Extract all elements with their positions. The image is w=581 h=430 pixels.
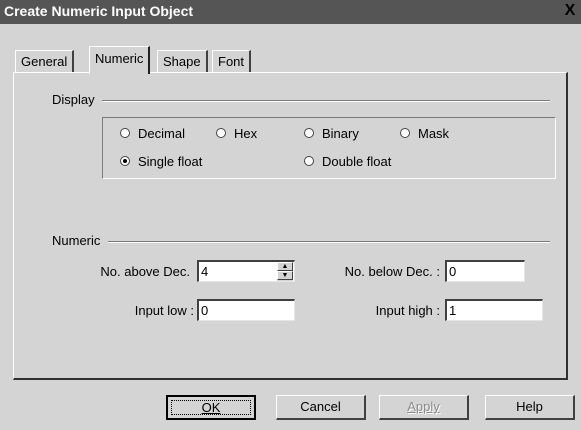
radio-hex-label: Hex xyxy=(234,125,258,141)
window-title: Create Numeric Input Object xyxy=(4,3,194,19)
input-high-value: 1 xyxy=(449,303,457,318)
radio-hex-indicator xyxy=(216,128,226,138)
tab-general-label: General xyxy=(21,54,68,69)
tab-general[interactable]: General xyxy=(15,50,75,73)
radio-mask-indicator xyxy=(400,128,410,138)
spin-down-icon[interactable]: ▼ xyxy=(277,271,293,280)
input-high-field[interactable]: 1 xyxy=(445,299,543,321)
input-low-label: Input low : xyxy=(134,303,194,318)
radio-single-float-indicator xyxy=(120,156,130,166)
tab-numeric-label: Numeric xyxy=(95,51,144,66)
radio-decimal-label: Decimal xyxy=(138,125,185,141)
radio-hex[interactable]: Hex xyxy=(216,124,257,142)
tab-shape-label: Shape xyxy=(163,54,201,69)
tab-font[interactable]: Font xyxy=(212,50,252,73)
spin-up-icon[interactable]: ▲ xyxy=(277,262,293,271)
radio-decimal-indicator xyxy=(120,128,130,138)
numeric-group-divider xyxy=(108,241,550,243)
ok-button[interactable]: OK xyxy=(166,395,256,420)
cancel-button[interactable]: Cancel xyxy=(276,395,366,420)
tab-shape[interactable]: Shape xyxy=(157,50,208,73)
apply-button-label: Apply xyxy=(407,399,440,414)
cancel-button-label: Cancel xyxy=(300,399,341,414)
tab-panel: Display Decimal Hex Binary Mask Single f… xyxy=(13,72,568,380)
below-dec-value: 0 xyxy=(449,264,457,279)
radio-decimal[interactable]: Decimal xyxy=(120,124,185,142)
display-group-divider xyxy=(102,100,550,102)
help-button-label: Help xyxy=(516,399,543,414)
above-dec-value: 4 xyxy=(201,264,209,279)
ok-focus-rect xyxy=(171,400,251,415)
radio-binary[interactable]: Binary xyxy=(304,124,359,142)
radio-binary-label: Binary xyxy=(322,125,359,141)
tab-font-label: Font xyxy=(218,54,245,69)
radio-double-float[interactable]: Double float xyxy=(304,152,391,170)
radio-double-float-indicator xyxy=(304,156,314,166)
input-low-value: 0 xyxy=(201,303,209,318)
title-bar: Create Numeric Input Object X xyxy=(0,0,581,24)
input-high-label: Input high : xyxy=(375,303,440,318)
help-button[interactable]: Help xyxy=(485,395,575,420)
radio-mask-label: Mask xyxy=(418,125,450,141)
input-low-field[interactable]: 0 xyxy=(197,299,295,321)
below-dec-input[interactable]: 0 xyxy=(445,260,525,282)
radio-single-float-label: Single float xyxy=(138,153,203,169)
numeric-group-label: Numeric xyxy=(52,233,103,248)
tab-numeric[interactable]: Numeric xyxy=(89,46,151,74)
above-dec-spinner[interactable]: ▲ ▼ xyxy=(277,262,293,281)
above-dec-label: No. above Dec. xyxy=(100,264,190,279)
below-dec-label: No. below Dec. : xyxy=(344,264,440,279)
display-group-label: Display xyxy=(52,92,97,107)
radio-single-float[interactable]: Single float xyxy=(120,152,202,170)
radio-mask[interactable]: Mask xyxy=(400,124,449,142)
radio-binary-indicator xyxy=(304,128,314,138)
close-icon[interactable]: X xyxy=(561,2,579,20)
radio-double-float-label: Double float xyxy=(322,153,392,169)
apply-button[interactable]: Apply xyxy=(379,395,469,420)
